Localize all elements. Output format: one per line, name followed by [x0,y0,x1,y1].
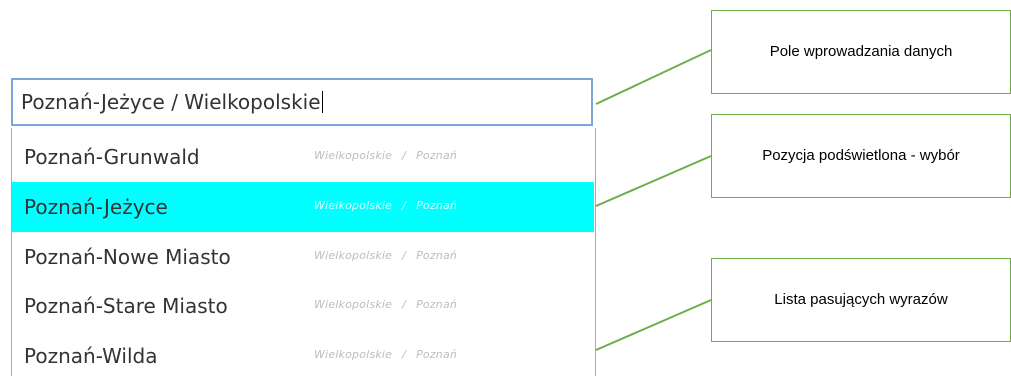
item-name: Poznań-Jeżyce [24,195,168,219]
item-path: Wielkopolskie / Poznań [314,149,458,162]
callout-matching-list: Lista pasujących wyrazów [711,258,1011,342]
list-item[interactable]: Poznań-Wilda Wielkopolskie / Poznań [12,331,594,376]
item-path: Wielkopolskie / Poznań [314,348,458,361]
callout-text: Pozycja podświetlona - wybór [762,147,960,164]
item-path: Wielkopolskie / Poznań [314,298,458,311]
callout-text: Lista pasujących wyrazów [774,291,948,308]
diagram: Poznań-Jeżyce / Wielkopolskie Poznań-Gru… [0,0,1011,376]
connector-list [595,299,712,351]
autocomplete-input[interactable]: Poznań-Jeżyce / Wielkopolskie [11,78,593,126]
list-item-highlighted[interactable]: Poznań-Jeżyce Wielkopolskie / Poznań [12,182,594,232]
input-value: Poznań-Jeżyce / Wielkopolskie [21,90,321,114]
connector-highlight [595,155,712,207]
connector-input [595,49,712,105]
list-item[interactable]: Poznań-Stare Miasto Wielkopolskie / Poznań [12,281,594,331]
item-name: Poznań-Stare Miasto [24,294,228,318]
item-path: Wielkopolskie / Poznań [314,199,458,212]
item-name: Poznań-Grunwald [24,145,200,169]
list-item[interactable]: Poznań-Grunwald Wielkopolskie / Poznań [12,132,594,182]
item-name: Poznań-Nowe Miasto [24,245,231,269]
item-name: Poznań-Wilda [24,344,158,368]
callout-input-field: Pole wprowadzania danych [711,10,1011,94]
suggestion-list: Poznań-Grunwald Wielkopolskie / Poznań Poz… [11,128,596,376]
callout-text: Pole wprowadzania danych [769,43,953,60]
list-item[interactable]: Poznań-Nowe Miasto Wielkopolskie / Poznań [12,232,594,282]
item-path: Wielkopolskie / Poznań [314,249,458,262]
text-caret [321,91,323,113]
callout-highlighted-item: Pozycja podświetlona - wybór [711,114,1011,198]
